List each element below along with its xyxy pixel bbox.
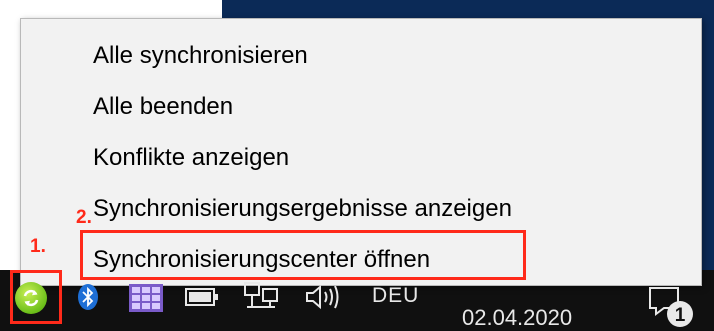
highlight-open-sync-center: [80, 230, 526, 280]
step-2-label: 2.: [76, 207, 92, 228]
notification-icon[interactable]: 1: [646, 284, 694, 328]
step-1-label: 1.: [30, 236, 46, 257]
menu-item-sync-all[interactable]: Alle synchronisieren: [21, 31, 701, 81]
battery-icon[interactable]: [184, 285, 220, 309]
menu-item-show-sync-results[interactable]: Synchronisierungsergebnisse anzeigen: [21, 184, 701, 234]
windows-grid-icon[interactable]: [128, 283, 164, 313]
language-indicator[interactable]: DEU: [372, 284, 419, 308]
clock-date[interactable]: 02.04.2020: [462, 305, 572, 331]
highlight-sync-tray-icon: [10, 270, 62, 324]
volume-icon[interactable]: [303, 282, 343, 312]
menu-item-show-conflicts[interactable]: Konflikte anzeigen: [21, 133, 701, 183]
notification-count: 1: [675, 305, 686, 326]
bluetooth-icon[interactable]: [76, 282, 100, 312]
network-icon[interactable]: [243, 281, 279, 313]
menu-item-stop-all[interactable]: Alle beenden: [21, 82, 701, 132]
